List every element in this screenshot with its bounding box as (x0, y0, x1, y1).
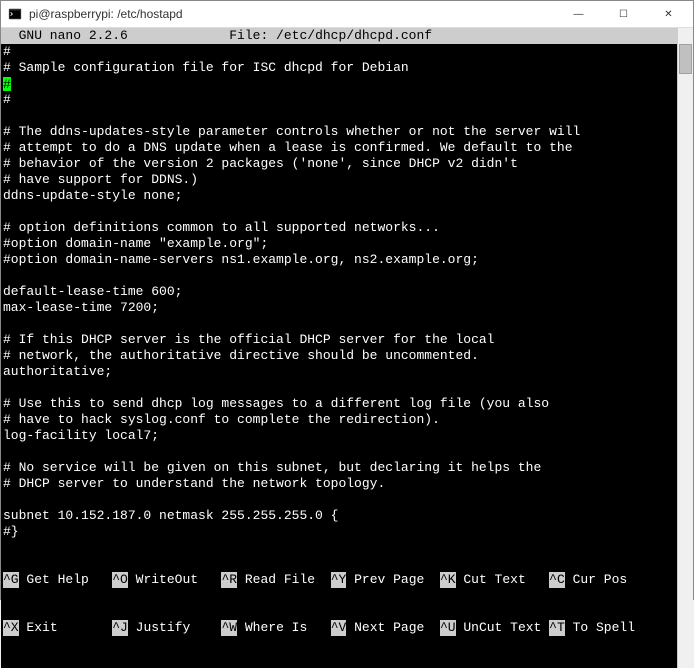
nano-version: GNU nano 2.2.6 (3, 28, 128, 43)
editor-line: log-facility local7; (3, 428, 675, 444)
help-label: Cur Pos (565, 572, 659, 587)
editor-line (3, 108, 675, 124)
help-key: ^V (331, 620, 347, 636)
editor-line: #option domain-name-servers ns1.example.… (3, 252, 675, 268)
help-key: ^X (3, 620, 19, 636)
window-titlebar[interactable]: pi@raspberrypi: /etc/hostapd — ☐ ✕ (1, 1, 693, 28)
minimize-button[interactable]: — (556, 1, 601, 27)
help-key: ^U (440, 620, 456, 636)
help-key: ^G (3, 572, 19, 588)
help-key: ^Y (331, 572, 347, 588)
editor-line: ddns-update-style none; (3, 188, 675, 204)
editor-line: # option definitions common to all suppo… (3, 220, 675, 236)
editor-line: # DHCP server to understand the network … (3, 476, 675, 492)
editor-line (3, 444, 675, 460)
editor-line (3, 316, 675, 332)
nano-header: GNU nano 2.2.6 File: /etc/dhcp/dhcpd.con… (1, 28, 677, 44)
help-label: WriteOut (128, 572, 222, 587)
editor-line: # Use this to send dhcp log messages to … (3, 396, 675, 412)
maximize-button[interactable]: ☐ (601, 1, 646, 27)
editor-line: # network, the authoritative directive s… (3, 348, 675, 364)
editor-line: # (3, 76, 675, 92)
editor-line: #} (3, 524, 675, 540)
nano-file-label: File: /etc/dhcp/dhcpd.conf (229, 28, 432, 43)
help-label: Prev Page (346, 572, 440, 587)
help-label: Get Help (19, 572, 113, 587)
scroll-thumb[interactable] (679, 44, 692, 74)
help-label: Cut Text (456, 572, 550, 587)
editor-line: # have support for DDNS.) (3, 172, 675, 188)
help-key: ^R (221, 572, 237, 588)
help-label: Next Page (346, 620, 440, 635)
help-key: ^T (549, 620, 565, 636)
editor-line: # The ddns-updates-style parameter contr… (3, 124, 675, 140)
nano-help-bar: ^G Get Help ^O WriteOut ^R Read File ^Y … (1, 540, 677, 668)
help-label: Where Is (237, 620, 331, 635)
editor-line: # behavior of the version 2 packages ('n… (3, 156, 675, 172)
app-window: pi@raspberrypi: /etc/hostapd — ☐ ✕ GNU n… (0, 0, 694, 600)
editor-line: subnet 10.152.187.0 netmask 255.255.255.… (3, 508, 675, 524)
window-title: pi@raspberrypi: /etc/hostapd (29, 7, 556, 21)
editor-content[interactable]: ## Sample configuration file for ISC dhc… (1, 44, 677, 540)
editor-line: #option domain-name "example.org"; (3, 236, 675, 252)
terminal-area: GNU nano 2.2.6 File: /etc/dhcp/dhcpd.con… (1, 28, 693, 668)
nano-header-spacer (128, 28, 229, 43)
editor-line: # If this DHCP server is the official DH… (3, 332, 675, 348)
editor-line (3, 268, 675, 284)
help-key: ^J (112, 620, 128, 636)
scrollbar[interactable] (677, 28, 693, 668)
help-key: ^C (549, 572, 565, 588)
help-key: ^W (221, 620, 237, 636)
help-label: UnCut Text (456, 620, 550, 635)
editor-line: # (3, 92, 675, 108)
help-key: ^K (440, 572, 456, 588)
editor-line (3, 492, 675, 508)
editor-line (3, 204, 675, 220)
editor-line: # Sample configuration file for ISC dhcp… (3, 60, 675, 76)
editor-line (3, 380, 675, 396)
editor-line: # have to hack syslog.conf to complete t… (3, 412, 675, 428)
close-button[interactable]: ✕ (646, 1, 691, 27)
help-row-2: ^X Exit ^J Justify ^W Where Is ^V Next P… (3, 620, 675, 636)
help-label: To Spell (565, 620, 659, 635)
editor-line: # No service will be given on this subne… (3, 460, 675, 476)
help-label: Justify (128, 620, 222, 635)
editor-line: default-lease-time 600; (3, 284, 675, 300)
editor-line: max-lease-time 7200; (3, 300, 675, 316)
help-label: Exit (19, 620, 113, 635)
editor-line: # (3, 44, 675, 60)
editor-line: # attempt to do a DNS update when a leas… (3, 140, 675, 156)
window-controls: — ☐ ✕ (556, 1, 691, 27)
help-key: ^O (112, 572, 128, 588)
help-label: Read File (237, 572, 331, 587)
terminal-icon (7, 6, 23, 22)
help-row-1: ^G Get Help ^O WriteOut ^R Read File ^Y … (3, 572, 675, 588)
terminal[interactable]: GNU nano 2.2.6 File: /etc/dhcp/dhcpd.con… (1, 28, 677, 668)
cursor: # (3, 77, 11, 91)
editor-line: authoritative; (3, 364, 675, 380)
